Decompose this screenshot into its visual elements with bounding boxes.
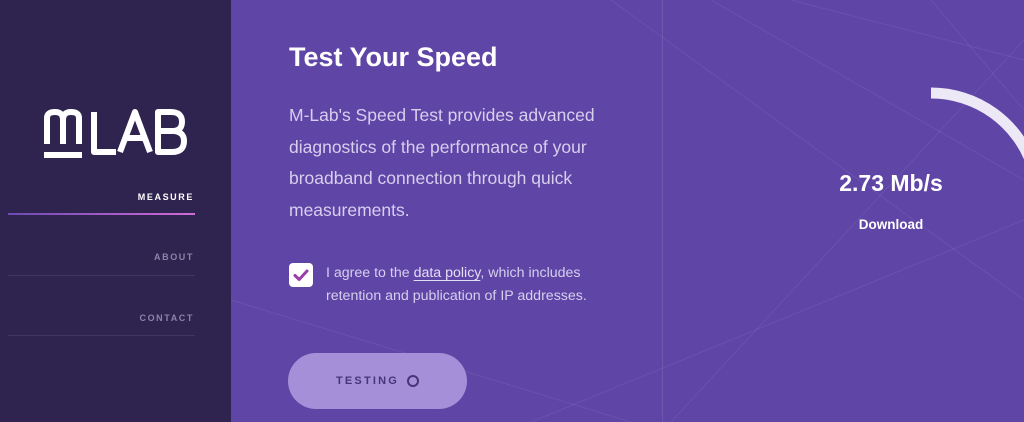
mlab-logo-mark	[44, 109, 187, 158]
consent-checkbox[interactable]	[289, 263, 313, 287]
consent-text: I agree to the data policy, which includ…	[326, 262, 626, 308]
sidebar: MEASURE ABOUT CONTACT	[0, 0, 231, 422]
testing-button[interactable]: TESTING	[288, 353, 467, 409]
nav-item-contact[interactable]: CONTACT	[8, 313, 195, 336]
nav-divider	[8, 275, 195, 276]
nav-item-label: MEASURE	[137, 192, 194, 202]
page-description: M-Lab's Speed Test provides advanced dia…	[289, 105, 595, 220]
nav-item-label: CONTACT	[139, 313, 194, 323]
speed-gauge	[930, 87, 1024, 160]
page-title: Test Your Speed	[289, 42, 498, 72]
nav-divider	[8, 335, 195, 336]
mlab-logo[interactable]	[44, 108, 196, 160]
speed-value: 2.73 Mb/s	[839, 170, 943, 196]
check-icon	[293, 269, 309, 281]
nav-item-measure[interactable]: MEASURE	[8, 192, 195, 215]
nav-item-about[interactable]: ABOUT	[8, 252, 195, 276]
data-policy-link[interactable]: data policy	[414, 265, 481, 281]
nav-active-underline	[8, 213, 195, 215]
testing-button-label: TESTING	[335, 375, 400, 387]
main-panel: Test Your Speed M-Lab's Speed Test provi…	[231, 0, 1024, 422]
speed-label: Download	[858, 217, 924, 232]
consent-text-before: I agree to the	[326, 265, 414, 281]
gauge-arc	[930, 87, 1024, 160]
spinner-icon	[407, 375, 420, 387]
nav-item-label: ABOUT	[154, 252, 194, 262]
panel-divider	[662, 0, 663, 422]
